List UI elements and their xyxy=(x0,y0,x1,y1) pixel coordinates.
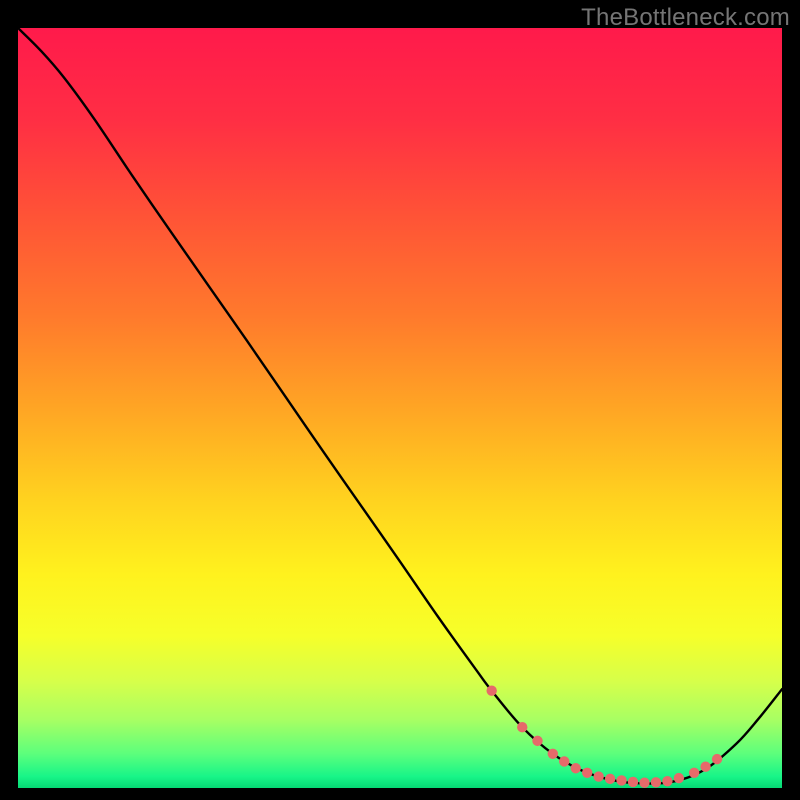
chart-plot xyxy=(18,28,782,788)
highlight-dot xyxy=(639,777,649,787)
highlight-dot xyxy=(486,686,496,696)
highlight-dot xyxy=(628,777,638,787)
highlight-dot xyxy=(559,756,569,766)
highlight-dot xyxy=(700,762,710,772)
gradient-background xyxy=(18,28,782,788)
highlight-dot xyxy=(689,768,699,778)
highlight-dot xyxy=(651,777,661,787)
highlight-dot xyxy=(548,749,558,759)
highlight-dot xyxy=(674,773,684,783)
highlight-dot xyxy=(517,722,527,732)
highlight-dot xyxy=(571,763,581,773)
highlight-dot xyxy=(605,774,615,784)
chart-frame: TheBottleneck.com xyxy=(0,0,800,800)
highlight-dot xyxy=(532,736,542,746)
chart-svg xyxy=(18,28,782,788)
highlight-dot xyxy=(712,754,722,764)
highlight-dot xyxy=(582,768,592,778)
highlight-dot xyxy=(662,776,672,786)
highlight-dot xyxy=(616,775,626,785)
highlight-dot xyxy=(593,771,603,781)
